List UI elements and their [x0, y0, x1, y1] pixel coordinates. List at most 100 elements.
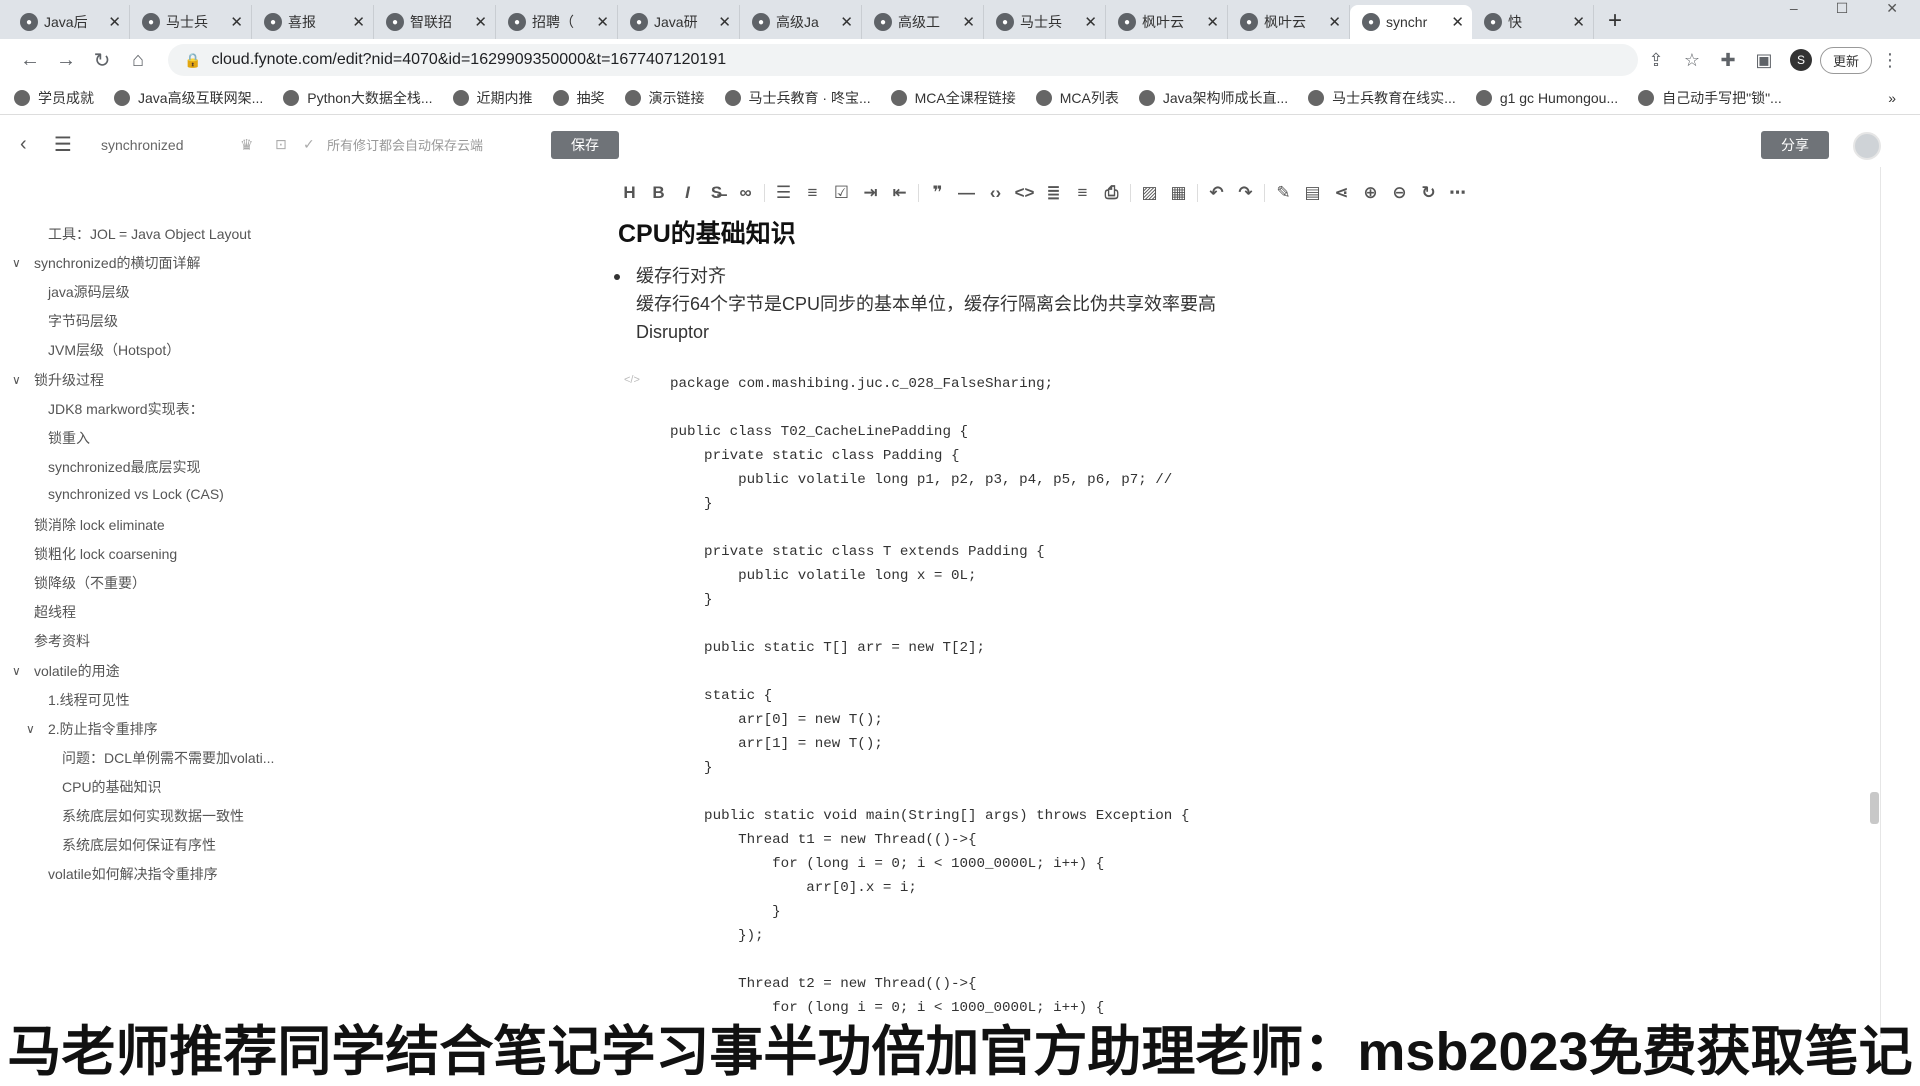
- undo-icon[interactable]: ↶: [1202, 183, 1231, 203]
- back-icon[interactable]: ←: [12, 49, 48, 72]
- outline-item[interactable]: 工具：JOL = Java Object Layout: [48, 224, 251, 244]
- quote-icon[interactable]: ❞: [923, 183, 952, 203]
- menu-icon[interactable]: ☰: [54, 132, 72, 157]
- close-tab-icon[interactable]: ✕: [596, 13, 609, 31]
- bookmark-item[interactable]: 演示链接: [624, 88, 705, 108]
- chevron-down-icon[interactable]: ∨: [12, 373, 26, 387]
- browser-tab[interactable]: ● 高级工 ✕: [862, 5, 984, 39]
- bookmarks-more-icon[interactable]: »: [1888, 90, 1896, 106]
- close-tab-icon[interactable]: ✕: [1572, 13, 1585, 31]
- bookmark-item[interactable]: MCA列表: [1035, 88, 1119, 108]
- bullet-item[interactable]: 缓存行对齐 缓存行64个字节是CPU同步的基本单位，缓存行隔离会比伪共享效率要高…: [614, 262, 1216, 346]
- chevron-down-icon[interactable]: ∨: [26, 722, 40, 736]
- outdent-icon[interactable]: ⇤: [885, 183, 914, 203]
- extensions-icon[interactable]: ✚: [1710, 50, 1746, 71]
- browser-tab[interactable]: ● 枫叶云 ✕: [1228, 5, 1350, 39]
- indent-icon[interactable]: ⇥: [856, 183, 885, 203]
- outline-item[interactable]: 1.线程可见性: [48, 690, 130, 710]
- bookmark-item[interactable]: 马士兵教育在线实...: [1308, 88, 1456, 108]
- outline-item[interactable]: 锁粗化 lock coarsening: [34, 544, 177, 564]
- redo-icon[interactable]: ↷: [1231, 183, 1260, 203]
- link-icon[interactable]: ∞: [731, 183, 760, 203]
- outline-item[interactable]: 系统底层如何实现数据一致性: [62, 806, 244, 826]
- browser-tab[interactable]: ● Java研 ✕: [618, 5, 740, 39]
- bookmark-item[interactable]: Python大数据全栈...: [283, 88, 433, 108]
- table-icon[interactable]: ▦: [1164, 183, 1193, 203]
- close-tab-icon[interactable]: ✕: [840, 13, 853, 31]
- code-block-icon[interactable]: <>: [1010, 183, 1039, 203]
- forward-icon[interactable]: →: [48, 49, 84, 72]
- new-tab-button[interactable]: +: [1608, 7, 1622, 35]
- outline-item[interactable]: ∨ 2.防止指令重排序: [26, 719, 158, 739]
- bookmark-item[interactable]: 近期内推: [452, 88, 533, 108]
- bullet-list-icon[interactable]: ☰: [769, 183, 798, 203]
- menu-kebab-icon[interactable]: ⋮: [1872, 50, 1908, 71]
- outline-item[interactable]: 参考资料: [34, 631, 90, 651]
- note-icon[interactable]: ▤: [1298, 183, 1327, 203]
- user-avatar[interactable]: [1853, 132, 1881, 160]
- browser-tab[interactable]: ● synchr ✕: [1350, 5, 1472, 39]
- close-tab-icon[interactable]: ✕: [1451, 13, 1464, 31]
- bookmark-item[interactable]: 抽奖: [552, 88, 605, 108]
- browser-tab[interactable]: ● 招聘（ ✕: [496, 5, 618, 39]
- close-tab-icon[interactable]: ✕: [230, 13, 243, 31]
- close-tab-icon[interactable]: ✕: [352, 13, 365, 31]
- browser-tab[interactable]: ● 枫叶云 ✕: [1106, 5, 1228, 39]
- browser-tab[interactable]: ● Java后 ✕: [8, 5, 130, 39]
- outline-item[interactable]: JVM层级（Hotspot）: [48, 340, 180, 360]
- browser-tab[interactable]: ● 马士兵 ✕: [984, 5, 1106, 39]
- close-tab-icon[interactable]: ✕: [1328, 13, 1341, 31]
- outline-item[interactable]: 锁降级（不重要）: [34, 573, 146, 593]
- bookmark-item[interactable]: 学员成就: [14, 88, 94, 108]
- doc-title[interactable]: synchronized: [101, 137, 184, 153]
- inline-code-icon[interactable]: ‹›: [981, 183, 1010, 203]
- close-tab-icon[interactable]: ✕: [1206, 13, 1219, 31]
- outline-item[interactable]: synchronized vs Lock (CAS): [48, 486, 224, 502]
- browser-tab[interactable]: ● 马士兵 ✕: [130, 5, 252, 39]
- code-block[interactable]: package com.mashibing.juc.c_028_FalseSha…: [670, 372, 1189, 1020]
- browser-tab[interactable]: ● 高级Ja ✕: [740, 5, 862, 39]
- horizontal-rule-icon[interactable]: —: [952, 183, 981, 203]
- bookmark-item[interactable]: Java架构师成长直...: [1138, 88, 1288, 108]
- bookmark-item[interactable]: 马士兵教育 · 咚宝...: [724, 88, 871, 108]
- outline-item[interactable]: 系统底层如何保证有序性: [62, 835, 216, 855]
- browser-tab[interactable]: ● 喜报 ✕: [252, 5, 374, 39]
- close-tab-icon[interactable]: ✕: [1084, 13, 1097, 31]
- minimize-icon[interactable]: –: [1790, 0, 1798, 16]
- section-heading[interactable]: CPU的基础知识: [618, 214, 796, 250]
- home-icon[interactable]: ⌂: [120, 49, 156, 72]
- close-window-icon[interactable]: ✕: [1886, 0, 1898, 16]
- checklist-icon[interactable]: ☑: [827, 183, 856, 203]
- favorite-icon[interactable]: ♛: [240, 136, 253, 154]
- back-arrow-icon[interactable]: ‹: [20, 133, 27, 156]
- update-button[interactable]: 更新: [1820, 46, 1873, 74]
- print-icon[interactable]: ⎙: [1097, 183, 1126, 203]
- chevron-down-icon[interactable]: ∨: [12, 664, 26, 678]
- maximize-icon[interactable]: ☐: [1836, 0, 1849, 16]
- outline-item[interactable]: ∨ volatile的用途: [12, 661, 120, 681]
- profile-avatar[interactable]: S: [1790, 49, 1812, 71]
- save-button[interactable]: 保存: [551, 131, 619, 159]
- zoom-in-icon[interactable]: ⊕: [1356, 183, 1385, 203]
- heading-icon[interactable]: H: [615, 183, 644, 203]
- reload-icon[interactable]: ↻: [84, 48, 120, 73]
- browser-tab[interactable]: ● 智联招 ✕: [374, 5, 496, 39]
- outline-item[interactable]: ∨ 锁升级过程: [12, 370, 104, 390]
- align-icon[interactable]: ≣: [1039, 183, 1068, 203]
- bookmark-item[interactable]: Java高级互联网架...: [114, 88, 263, 108]
- refresh-icon[interactable]: ↻: [1414, 183, 1443, 203]
- close-tab-icon[interactable]: ✕: [962, 13, 975, 31]
- outline-item[interactable]: 锁消除 lock eliminate: [34, 515, 165, 535]
- outline-item[interactable]: ∨ synchronized的横切面详解: [12, 253, 201, 273]
- browser-tab[interactable]: ● 快 ✕: [1472, 5, 1594, 39]
- share-button[interactable]: 分享: [1761, 131, 1829, 159]
- bookmark-item[interactable]: MCA全课程链接: [890, 88, 1016, 108]
- zoom-out-icon[interactable]: ⊖: [1385, 183, 1414, 203]
- share-page-icon[interactable]: ⇪: [1638, 50, 1674, 71]
- editor-content[interactable]: H1 CPU的基础知识 缓存行对齐 缓存行64个字节是CPU同步的基本单位，缓存…: [600, 210, 1880, 1030]
- outline-item[interactable]: 超线程: [34, 602, 76, 622]
- bookmark-star-icon[interactable]: ☆: [1674, 50, 1710, 71]
- text-format-icon[interactable]: ≡: [1068, 183, 1097, 203]
- close-tab-icon[interactable]: ✕: [474, 13, 487, 31]
- outline-item[interactable]: 问题：DCL单例需不需要加volati...: [62, 748, 274, 768]
